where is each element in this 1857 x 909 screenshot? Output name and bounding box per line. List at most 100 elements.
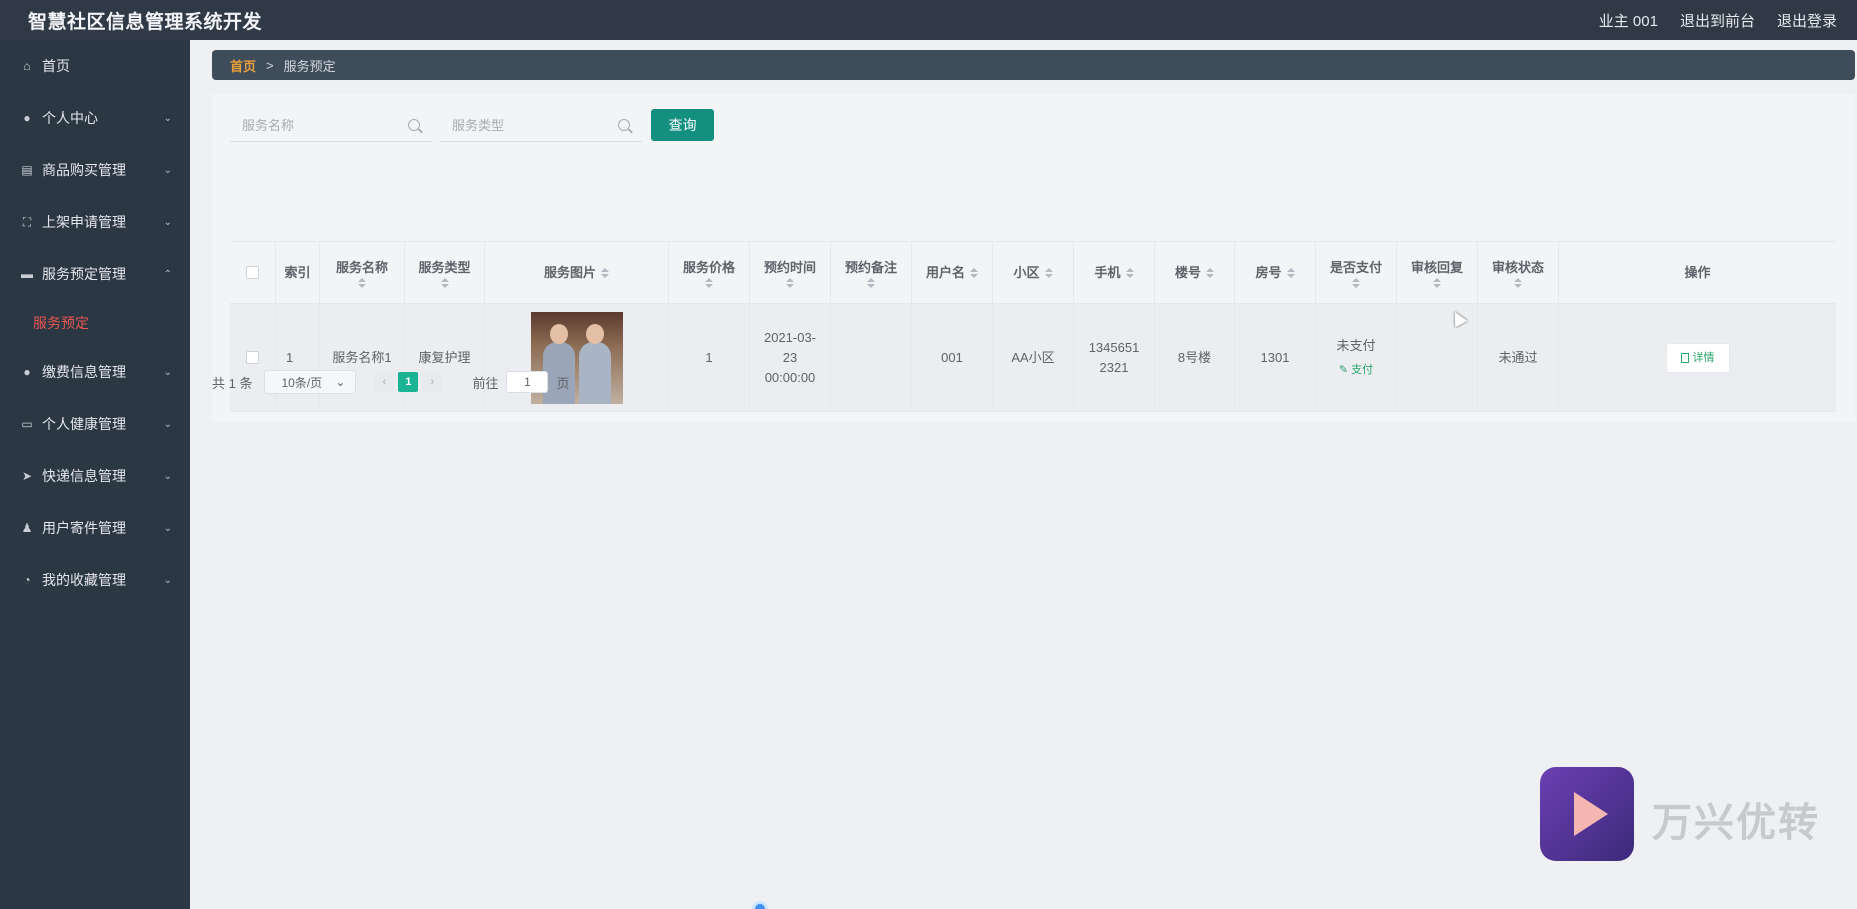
cell-booking-time: 2021-03-23 00:00:00 (750, 304, 831, 411)
sort-icon[interactable] (1286, 267, 1295, 278)
sort-icon[interactable] (970, 267, 978, 278)
user-name[interactable]: 业主 001 (1599, 10, 1658, 31)
header-service-name[interactable]: 服务名称 (320, 242, 405, 303)
cell-district: AA小区 (993, 304, 1074, 411)
sidebar-item-home[interactable]: ⌂ 首页 (0, 40, 190, 92)
header-username[interactable]: 用户名 (912, 242, 993, 303)
header-booking-time[interactable]: 预约时间 (750, 242, 831, 303)
service-name-placeholder: 服务名称 (242, 118, 295, 133)
header-room[interactable]: 房号 (1235, 242, 1316, 303)
sidebar-item-label: 缴费信息管理 (42, 364, 126, 380)
detail-button[interactable]: 详情 (1665, 342, 1730, 373)
sidebar-item-goods-purchase[interactable]: ▤ 商品购买管理 ⌄ (0, 144, 190, 196)
header-label: 审核状态 (1491, 259, 1544, 275)
sort-icon[interactable] (1206, 267, 1214, 278)
header-label: 服务类型 (418, 259, 471, 275)
chat-icon: ▭ (21, 417, 33, 431)
sort-icon[interactable] (705, 277, 713, 288)
next-page-button[interactable]: › (422, 372, 443, 392)
service-type-placeholder: 服务类型 (452, 118, 505, 133)
chevron-up-icon: ⌃ (163, 268, 172, 280)
header-label: 操作 (1684, 264, 1711, 280)
sidebar-item-label: 上架申请管理 (42, 214, 126, 230)
goto-page-input[interactable]: 1 (506, 371, 549, 393)
exit-to-frontend-link[interactable]: 退出到前台 (1680, 10, 1755, 31)
sort-icon[interactable] (1433, 277, 1441, 288)
header-building[interactable]: 楼号 (1155, 242, 1235, 303)
logout-link[interactable]: 退出登录 (1777, 10, 1837, 31)
detail-label: 详情 (1692, 351, 1715, 364)
sidebar-item-payment-info[interactable]: ● 缴费信息管理 ⌄ (0, 346, 190, 398)
cell-service-image (485, 304, 669, 411)
breadcrumb-home[interactable]: 首页 (230, 56, 256, 75)
header-service-price[interactable]: 服务价格 (669, 242, 750, 303)
pagination: 共 1 条 10条/页 ⌄ ‹ 1 › 前往 1 页 (212, 370, 570, 394)
pay-button[interactable]: ✎ 支付 (1339, 360, 1373, 380)
search-icon (618, 118, 630, 131)
select-all-checkbox[interactable] (246, 266, 259, 279)
sort-icon[interactable] (1044, 267, 1053, 278)
header-label: 预约时间 (763, 259, 816, 275)
service-name-input[interactable]: 服务名称 (230, 108, 432, 142)
sidebar-item-label: 服务预定管理 (42, 266, 126, 282)
query-button[interactable]: 查询 (651, 109, 714, 141)
gauge-icon: ◔ (23, 573, 31, 587)
sidebar-item-service-booking[interactable]: ▬ 服务预定管理 ⌃ (0, 248, 190, 300)
sort-icon[interactable] (1125, 267, 1134, 278)
chevron-down-icon: ⌄ (163, 522, 172, 534)
cell-building: 8号楼 (1155, 304, 1235, 411)
watermark-logo (1540, 767, 1634, 861)
table-row[interactable]: 1 服务名称1 康复护理 1 2021-03-23 00:00:00 001 A… (230, 304, 1836, 412)
sidebar-subitem-service-booking[interactable]: 服务预定 (0, 300, 190, 346)
service-type-input[interactable]: 服务类型 (440, 108, 642, 142)
watermark-text: 万兴优转 (1652, 801, 1820, 845)
prev-page-button[interactable]: ‹ (374, 372, 395, 392)
sidebar-item-health[interactable]: ▭ 个人健康管理 ⌄ (0, 398, 190, 450)
sidebar-item-label: 首页 (42, 58, 70, 74)
sort-icon[interactable] (601, 267, 609, 278)
sidebar-item-label: 个人中心 (42, 110, 98, 126)
header-review-reply[interactable]: 审核回复 (1397, 242, 1478, 303)
page-number[interactable]: 1 (398, 372, 419, 392)
folder-icon: ▬ (21, 267, 33, 281)
sort-icon[interactable] (1514, 277, 1522, 288)
header-paid[interactable]: 是否支付 (1316, 242, 1397, 303)
clipboard-icon: ▤ (21, 163, 33, 177)
sort-icon[interactable] (358, 277, 366, 288)
sort-icon[interactable] (867, 277, 875, 288)
page-size-value: 10条/页 (281, 375, 323, 390)
search-row: 服务名称 服务类型 查询 (230, 108, 714, 142)
sort-icon[interactable] (440, 277, 449, 288)
chevron-down-icon: ⌄ (163, 164, 172, 176)
row-checkbox[interactable] (246, 351, 259, 364)
cell-phone: 13456512321 (1074, 304, 1155, 411)
header-label: 服务图片 (543, 264, 596, 280)
sidebar-item-favorites[interactable]: ◔ 我的收藏管理 ⌄ (0, 554, 190, 606)
header-phone[interactable]: 手机 (1074, 242, 1155, 303)
sidebar-item-label: 我的收藏管理 (42, 572, 126, 588)
sidebar-item-label: 快递信息管理 (42, 468, 126, 484)
sidebar-item-user-shipping[interactable]: ♟ 用户寄件管理 ⌄ (0, 502, 190, 554)
page-size-select[interactable]: 10条/页 ⌄ (264, 370, 357, 394)
sidebar-item-listing-application[interactable]: ⛶ 上架申请管理 ⌄ (0, 196, 190, 248)
header-label: 楼号 (1174, 264, 1201, 280)
sidebar-item-personal-center[interactable]: ● 个人中心 ⌄ (0, 92, 190, 144)
header-index: 索引 (276, 242, 320, 303)
sort-icon[interactable] (1352, 277, 1360, 288)
home-icon: ⌂ (23, 59, 31, 73)
cell-index: 1 (276, 304, 320, 411)
goto-label: 前往 (472, 375, 499, 391)
header-review-status[interactable]: 审核状态 (1478, 242, 1559, 303)
chevron-down-icon: ⌄ (163, 112, 172, 124)
header-service-image[interactable]: 服务图片 (485, 242, 669, 303)
sidebar: ⌂ 首页 ● 个人中心 ⌄ ▤ 商品购买管理 ⌄ ⛶ 上架申请管理 ⌄ ▬ 服务… (0, 40, 190, 909)
header-district[interactable]: 小区 (993, 242, 1074, 303)
chevron-down-icon: ⌄ (335, 375, 346, 389)
chevron-down-icon: ⌄ (163, 366, 172, 378)
cell-room: 1301 (1235, 304, 1316, 411)
sidebar-item-express-info[interactable]: ➤ 快递信息管理 ⌄ (0, 450, 190, 502)
header-booking-note[interactable]: 预约备注 (831, 242, 912, 303)
sort-icon[interactable] (786, 277, 794, 288)
header-service-type[interactable]: 服务类型 (405, 242, 485, 303)
total-count: 共 1 条 (212, 375, 253, 391)
